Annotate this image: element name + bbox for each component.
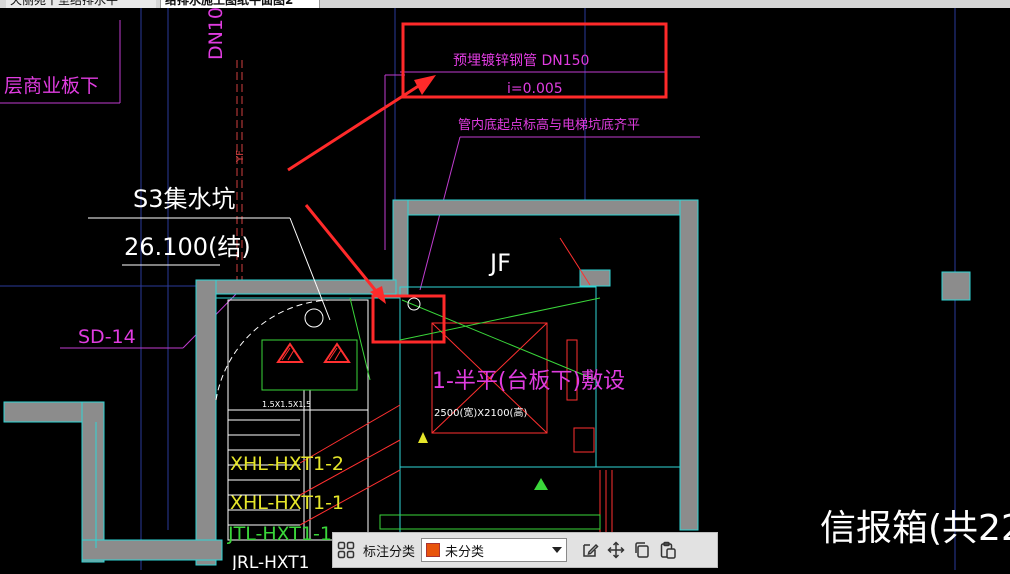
callout-slope: i=0.005 [507, 81, 563, 97]
tab-bar: 天丽苑干室结排水平 给排水施工图纸平面图2 [0, 0, 1010, 8]
shaft-size: 2500(宽)X2100(高) [434, 406, 527, 419]
hydrant-tag-3: JTL-HXT1-1 [227, 523, 332, 545]
tab-file-1[interactable]: 天丽苑干室结排水平 [6, 0, 156, 8]
category-dropdown[interactable]: 未分类 [421, 538, 568, 562]
room-jf: JF [488, 249, 511, 277]
pit-name: S3集水坑 [133, 185, 236, 213]
small-note: 1.5X1.5X1.5 [262, 400, 311, 409]
annotation-toolbar: 标注分类 未分类 [332, 532, 718, 568]
floor-note: 层商业板下 [4, 75, 99, 97]
callout-note: 管内底起点标高与电梯坑底齐平 [458, 117, 640, 133]
paste-icon[interactable] [655, 537, 681, 563]
mailbox-note: 信报箱(共22个) [820, 508, 1010, 549]
edit-icon[interactable] [577, 537, 603, 563]
pipe-tag: DN100 [205, 8, 227, 60]
sd-tag: SD-14 [78, 326, 136, 348]
cad-canvas[interactable]: 层商业板下 DN100 YF S3集水坑 26.100(结) SD-14 预埋镀… [0, 0, 1010, 573]
category-value: 未分类 [445, 544, 485, 560]
grid-icon[interactable] [333, 537, 359, 563]
hydrant-tag-2: XHL-HXT1-1 [230, 492, 344, 514]
shaft-note: 1-半平(台板下)敷设 [432, 369, 625, 394]
hydrant-tag-4: JRL-HXT1 [231, 553, 309, 570]
category-color-swatch [426, 543, 441, 557]
pipe-flag: YF [235, 150, 246, 163]
category-label: 标注分类 [363, 544, 416, 560]
hydrant-tag-1: XHL-HXT1-2 [230, 453, 344, 475]
copy-icon[interactable] [629, 537, 655, 563]
move-icon[interactable] [603, 537, 629, 563]
tab-file-2-active[interactable]: 给排水施工图纸平面图2 [160, 0, 320, 8]
chevron-down-icon [552, 547, 563, 553]
callout-pipe: 预埋镀锌钢管 DN150 [453, 52, 589, 69]
pit-elevation: 26.100(结) [124, 233, 251, 261]
